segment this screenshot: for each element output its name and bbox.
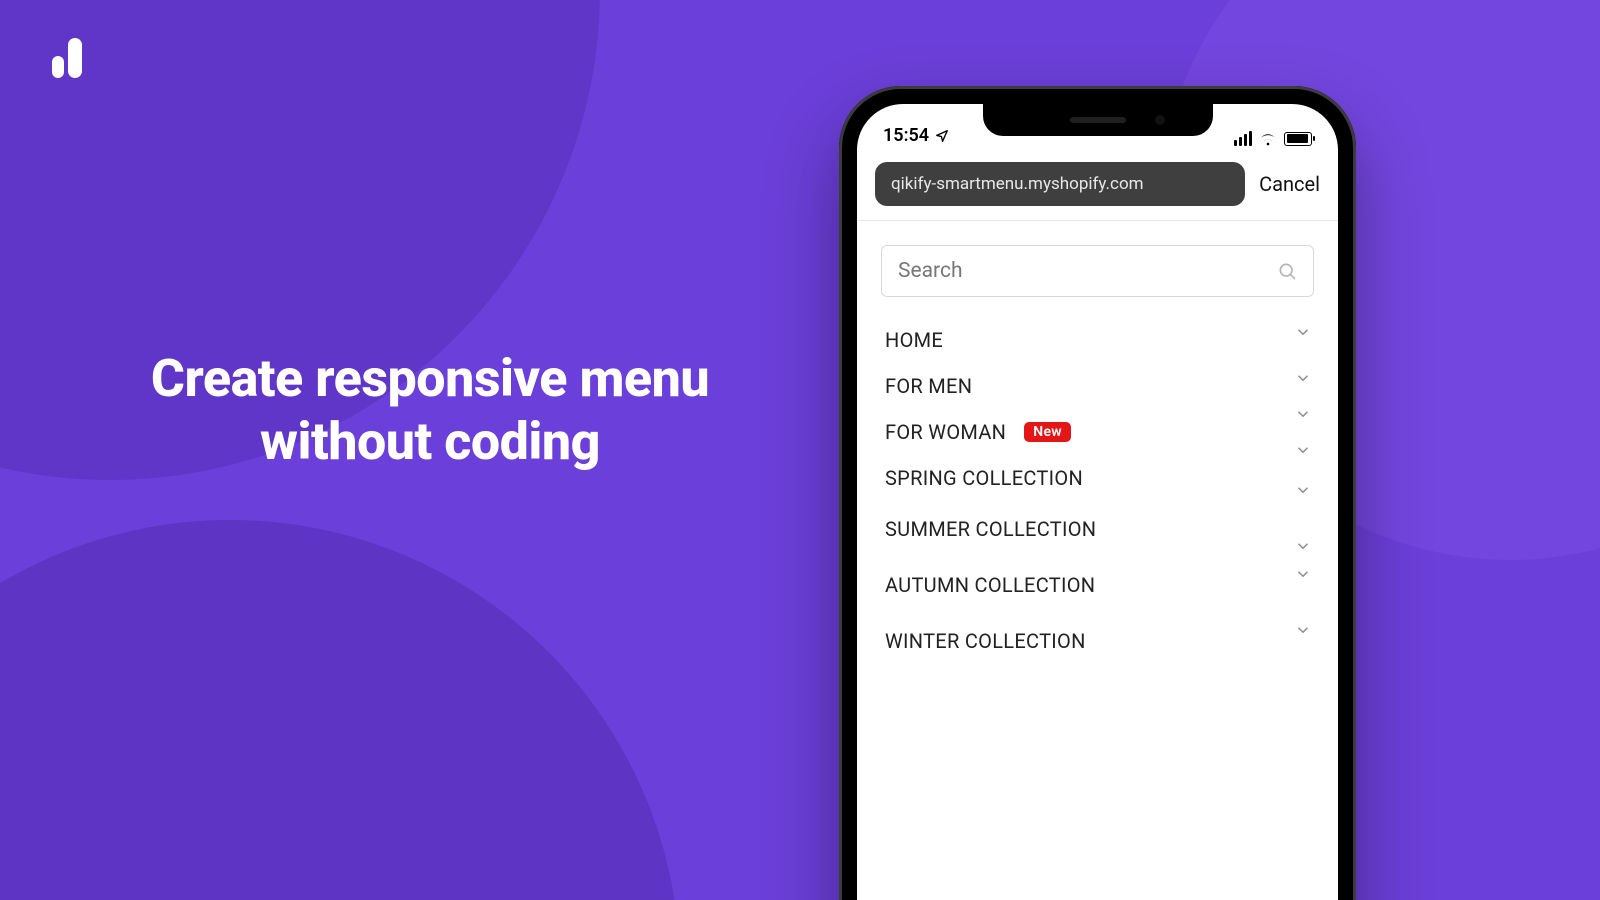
new-badge: New [1024,422,1071,442]
menu-item-for-men[interactable]: FOR MEN [881,363,1314,409]
promo-stage: Create responsive menu without coding 15… [0,0,1600,900]
menu-item-for-woman[interactable]: FOR WOMAN New [881,409,1314,455]
search-placeholder: Search [898,259,963,283]
page-headline: Create responsive menu without coding [70,347,790,474]
battery-icon [1284,132,1312,146]
menu-item-spring[interactable]: SPRING COLLECTION [881,455,1314,501]
phone-frame: 15:54 qikify-smartmenu.myshopify.com Can… [839,86,1356,900]
menu-item-home[interactable]: HOME [881,317,1314,363]
cellular-icon [1234,131,1252,146]
menu-label: FOR MEN [885,374,972,398]
chevron-down-icon [1294,369,1312,387]
menu-item-winter[interactable]: WINTER COLLECTION [881,613,1314,669]
browser-address-bar: qikify-smartmenu.myshopify.com Cancel [857,150,1338,221]
brand-logo [52,38,82,78]
wifi-icon [1259,132,1277,146]
chevron-down-icon [1294,621,1312,639]
menu-item-summer[interactable]: SUMMER COLLECTION [881,501,1314,557]
menu-label: FOR WOMAN [885,420,1006,444]
nav-menu: HOME FOR MEN FOR WOMAN New SPRING COLLEC… [881,317,1314,669]
chevron-down-icon [1294,565,1312,583]
url-field[interactable]: qikify-smartmenu.myshopify.com [875,162,1245,206]
search-input[interactable]: Search [881,245,1314,297]
phone-notch [983,104,1213,136]
location-icon [935,129,949,143]
phone-screen: 15:54 qikify-smartmenu.myshopify.com Can… [857,104,1338,900]
status-time: 15:54 [883,125,929,146]
bg-blob [0,520,680,900]
menu-label: AUTUMN COLLECTION [885,573,1095,597]
search-icon [1277,261,1297,281]
chevron-down-icon [1294,537,1312,555]
menu-label: SUMMER COLLECTION [885,517,1096,541]
chevron-down-icon [1294,481,1312,499]
menu-item-autumn[interactable]: AUTUMN COLLECTION [881,557,1314,613]
chevron-down-icon [1294,323,1312,341]
chevron-down-icon [1294,405,1312,423]
menu-label: HOME [885,328,943,352]
chevron-down-icon [1294,441,1312,459]
menu-label: SPRING COLLECTION [885,466,1083,490]
menu-label: WINTER COLLECTION [885,629,1086,653]
cancel-button[interactable]: Cancel [1259,172,1320,196]
